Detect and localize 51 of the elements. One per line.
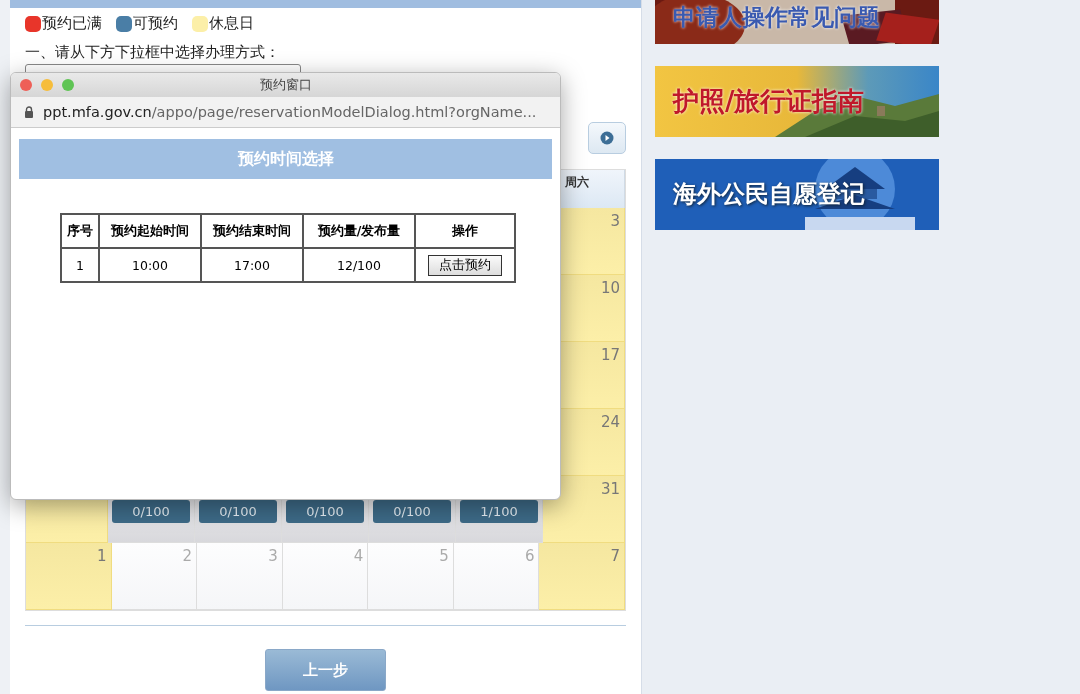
dialog-heading: 预约时间选择 xyxy=(19,139,552,179)
day-number: 1 xyxy=(97,547,107,565)
day-number: 17 xyxy=(600,346,620,364)
column-header: 序号 xyxy=(61,214,99,248)
table-cell: 12/100 xyxy=(303,248,415,282)
close-icon[interactable] xyxy=(20,79,32,91)
banner-text: 海外公民自愿登记 xyxy=(673,181,865,208)
next-month-button[interactable] xyxy=(588,122,626,154)
calendar-day[interactable]: 4 xyxy=(282,543,369,610)
lock-icon xyxy=(24,106,34,118)
step-label: 一、请从下方下拉框中选择办理方式： xyxy=(25,43,281,62)
day-number: 4 xyxy=(353,547,364,565)
quota-badge[interactable]: 0/100 xyxy=(199,500,277,523)
minimize-icon[interactable] xyxy=(41,79,53,91)
day-number: 31 xyxy=(600,480,620,498)
table-cell: 1 xyxy=(61,248,99,282)
calendar-day[interactable]: 1 xyxy=(26,543,112,610)
column-header: 预约起始时间 xyxy=(99,214,201,248)
day-number: 24 xyxy=(600,413,620,431)
previous-step-button[interactable]: 上一步 xyxy=(265,649,386,691)
quota-badge[interactable]: 0/100 xyxy=(112,500,190,523)
day-number: 6 xyxy=(524,547,535,565)
calendar-day[interactable]: 3 xyxy=(197,543,283,610)
calendar-day[interactable]: 7 xyxy=(539,543,625,610)
book-button[interactable]: 点击预约 xyxy=(428,254,502,276)
table-cell: 10:00 xyxy=(99,248,201,282)
maximize-icon[interactable] xyxy=(62,79,74,91)
calendar-day[interactable]: 2 xyxy=(111,543,198,610)
day-number: 10 xyxy=(600,279,620,297)
legend-label: 可预约 xyxy=(133,14,178,33)
column-header: 操作 xyxy=(415,214,515,248)
quota-badge[interactable]: 0/100 xyxy=(373,500,451,523)
day-number: 5 xyxy=(439,547,449,565)
table-cell: 17:00 xyxy=(201,248,303,282)
day-number: 3 xyxy=(268,547,278,565)
quota-badge[interactable]: 1/100 xyxy=(460,500,538,523)
quota-badge[interactable]: 0/100 xyxy=(286,500,364,523)
legend-label: 休息日 xyxy=(209,14,254,33)
window-title: 预约窗口 xyxy=(259,76,312,94)
day-number: 2 xyxy=(182,547,193,565)
column-header: 预约量/发布量 xyxy=(303,214,415,248)
calendar-day[interactable]: 6 xyxy=(453,543,540,610)
column-header: 预约结束时间 xyxy=(201,214,303,248)
day-number: 3 xyxy=(610,212,620,230)
day-number: 7 xyxy=(610,547,620,565)
legend-label: 预约已满 xyxy=(42,14,102,33)
banner-link[interactable]: 海外公民自愿登记 xyxy=(655,159,939,230)
calendar-day[interactable]: 5 xyxy=(368,543,454,610)
calendar-day[interactable]: 31 xyxy=(543,476,625,543)
address-text: ppt.mfa.gov.cn/appo/page/reservationModelDialog.html?orgName... xyxy=(43,104,537,120)
next-icon xyxy=(600,131,614,145)
